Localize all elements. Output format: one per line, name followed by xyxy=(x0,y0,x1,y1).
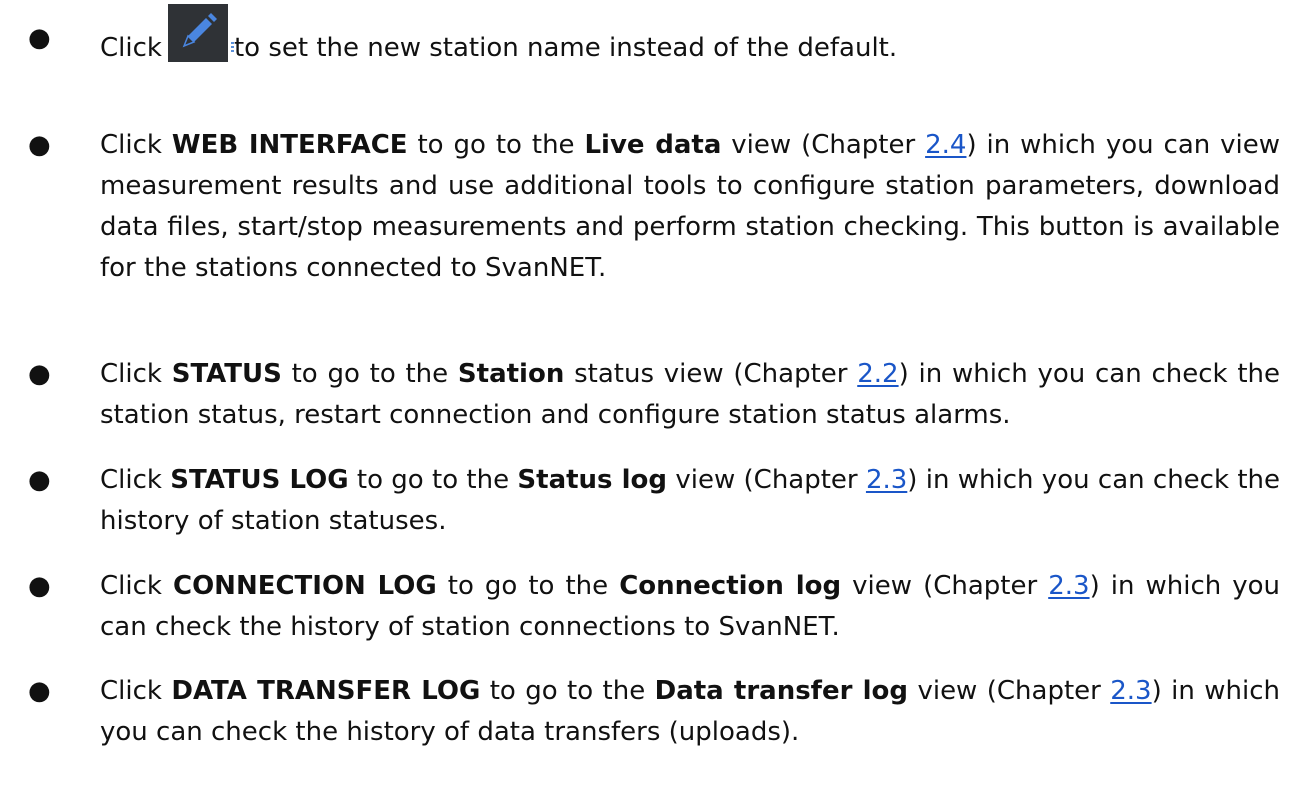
bullet-icon: ● xyxy=(28,130,51,160)
item-text: to go to the xyxy=(436,571,620,601)
item-text: view (Chapter xyxy=(908,676,1111,706)
view-name: Connection log xyxy=(619,571,842,601)
list-item-status: ● Click STATUS to go to the Station stat… xyxy=(28,354,1280,436)
chapter-link[interactable]: 2.3 xyxy=(1048,571,1089,601)
chapter-link[interactable]: 2.3 xyxy=(1110,676,1151,706)
item-text: view (Chapter xyxy=(841,571,1049,601)
button-name: CONNECTION LOG xyxy=(173,571,437,601)
button-name: WEB INTERFACE xyxy=(171,130,408,160)
bullet-icon: ● xyxy=(28,676,51,706)
list-item-data-transfer-log: ● Click DATA TRANSFER LOG to go to the D… xyxy=(28,671,1280,753)
item-text: Click xyxy=(100,33,162,63)
item-text: to go to the xyxy=(407,130,585,160)
list-item-status-log: ● Click STATUS LOG to go to the Status l… xyxy=(28,460,1280,542)
item-text: Click xyxy=(100,571,173,601)
item-text: to go to the xyxy=(348,465,518,495)
list-item-edit-name: ● Click to set the new station name inste… xyxy=(28,4,1280,76)
button-name: DATA TRANSFER LOG xyxy=(171,676,481,706)
item-text: Click xyxy=(100,465,171,495)
chapter-link[interactable]: 2.3 xyxy=(866,465,907,495)
item-text: to set the new station name instead of t… xyxy=(233,33,898,63)
item-text: Click xyxy=(100,676,172,706)
dots-icon xyxy=(230,42,234,54)
item-text: Click xyxy=(100,130,172,160)
bullet-icon: ● xyxy=(28,465,51,495)
view-name: Station xyxy=(457,359,565,389)
view-name: Data transfer log xyxy=(654,676,909,706)
view-name: Status log xyxy=(517,465,668,495)
button-name: STATUS LOG xyxy=(170,465,349,495)
bullet-icon: ● xyxy=(28,23,51,53)
bullet-icon: ● xyxy=(28,359,51,389)
item-text: to go to the xyxy=(480,676,655,706)
item-text: status view (Chapter xyxy=(564,359,858,389)
list-item-web-interface: ● Click WEB INTERFACE to go to the Live … xyxy=(28,125,1280,289)
pencil-icon[interactable] xyxy=(167,4,234,62)
item-text: view (Chapter xyxy=(721,130,926,160)
item-text: to go to the xyxy=(281,359,458,389)
bullet-icon: ● xyxy=(28,571,51,601)
item-text: view (Chapter xyxy=(667,465,866,495)
chapter-link[interactable]: 2.4 xyxy=(925,130,966,160)
button-name: STATUS xyxy=(171,359,282,389)
chapter-link[interactable]: 2.2 xyxy=(857,359,898,389)
view-name: Live data xyxy=(584,130,722,160)
document-page: ● Click to set the new station name inste… xyxy=(0,0,1298,787)
item-text: Click xyxy=(100,359,172,389)
list-item-connection-log: ● Click CONNECTION LOG to go to the Conn… xyxy=(28,566,1280,648)
